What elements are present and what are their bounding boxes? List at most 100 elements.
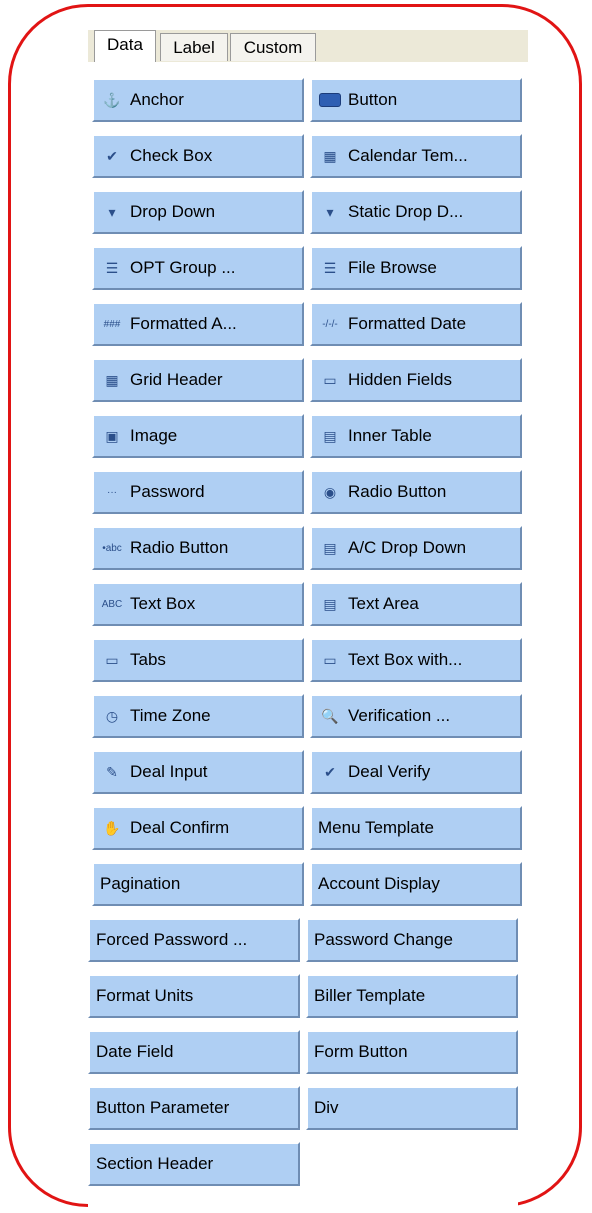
tab-data[interactable]: Data: [94, 30, 156, 63]
toolbox-item-button[interactable]: ··· Password: [92, 470, 304, 514]
toolbox-item-label: Formatted Date: [348, 314, 467, 333]
toolbox-item-label: Text Box with...: [348, 650, 463, 669]
calendar-icon: ▦: [323, 147, 337, 164]
toolbox-item-label: Menu Template: [318, 818, 434, 837]
file-browse-icon: ☰: [323, 259, 337, 276]
toolbox-item-label: Image: [130, 426, 178, 445]
toolbox-item-label: Section Header: [96, 1154, 214, 1173]
timezone-icon: ◷: [105, 707, 119, 724]
toolbox-item-button[interactable]: Date Field: [88, 1030, 300, 1074]
radio-icon: ◉: [323, 483, 337, 500]
toolbox-item-button[interactable]: ✔ Deal Verify: [310, 750, 522, 794]
toolbox-item-button[interactable]: ◉ Radio Button: [310, 470, 522, 514]
deal-input-icon: ✎: [106, 763, 118, 780]
deal-confirm-icon: ✋: [103, 819, 121, 836]
textarea-icon: ▤: [323, 595, 337, 612]
toolbox-item-button[interactable]: ▭ Text Box with...: [310, 638, 522, 682]
toolbox-item-label: Deal Input: [130, 762, 208, 781]
toolbox-item-button[interactable]: ▾ Drop Down: [92, 190, 304, 234]
toolbox-item-label: Formatted A...: [130, 314, 237, 333]
toolbox-item-label: Hidden Fields: [348, 370, 452, 389]
toolbox-item-label: File Browse: [348, 258, 437, 277]
image-icon: ▣: [105, 427, 119, 444]
toolbox-item-button[interactable]: Format Units: [88, 974, 300, 1018]
toolbox-item-button[interactable]: ▦ Grid Header: [92, 358, 304, 402]
toolbox-item-button[interactable]: ✎ Deal Input: [92, 750, 304, 794]
optgroup-icon: ☰: [105, 259, 119, 276]
toolbox-item-label: Text Area: [348, 594, 419, 613]
checkbox-icon: ✔: [106, 147, 118, 164]
toolbox-item-button[interactable]: ✋ Deal Confirm: [92, 806, 304, 850]
toolbox-item-label: Radio Button: [130, 538, 229, 557]
toolbox-item-label: Date Field: [96, 1042, 174, 1061]
toolbox-item-label: Check Box: [130, 146, 213, 165]
toolbox-item-button[interactable]: Div: [306, 1086, 518, 1130]
toolbox-item-button[interactable]: Section Header: [88, 1142, 300, 1186]
ac-dropdown-icon: ▤: [323, 539, 337, 556]
toolbox-item-button[interactable]: ### Formatted A...: [92, 302, 304, 346]
toolbox-item-label: Button Parameter: [96, 1098, 230, 1117]
toolbox-item-label: Radio Button: [348, 482, 447, 501]
toolbox-item-button[interactable]: Account Display: [310, 862, 522, 906]
toolbox-item-label: Account Display: [318, 874, 440, 893]
deal-verify-icon: ✔: [324, 763, 336, 780]
toolbox-item-button[interactable]: ▾ Static Drop D...: [310, 190, 522, 234]
tab-label[interactable]: Label: [160, 33, 228, 61]
toolbox-item-button[interactable]: ▣ Image: [92, 414, 304, 458]
formatted-date-icon: -/-/-: [322, 318, 338, 330]
textbox-with-icon: ▭: [323, 651, 337, 668]
inner-table-icon: ▤: [323, 427, 337, 444]
toolbox-item-button[interactable]: ⚓ Anchor: [92, 78, 304, 122]
static-dropdown-icon: ▾: [326, 203, 334, 220]
toolbox-item-button[interactable]: ▤ Inner Table: [310, 414, 522, 458]
toolbox-item-button[interactable]: ▦ Calendar Tem...: [310, 134, 522, 178]
toolbox-item-label: Tabs: [130, 650, 166, 669]
toolbox-item-button[interactable]: ◷ Time Zone: [92, 694, 304, 738]
toolbox-item-button[interactable]: ▭ Tabs: [92, 638, 304, 682]
formatted-amount-icon: ###: [103, 318, 121, 330]
toolbox-item-label: Password: [130, 482, 205, 501]
toolbox-item-label: Format Units: [96, 986, 194, 1005]
toolbox-item-label: A/C Drop Down: [348, 538, 467, 557]
toolbox-item-button[interactable]: ✔ Check Box: [92, 134, 304, 178]
hidden-fields-icon: ▭: [323, 371, 337, 388]
toolbox-item-button[interactable]: Biller Template: [306, 974, 518, 1018]
toolbox-item-button[interactable]: Form Button: [306, 1030, 518, 1074]
toolbox-item-label: Form Button: [314, 1042, 408, 1061]
toolbox-item-button[interactable]: ☰ OPT Group ...: [92, 246, 304, 290]
toolbox-item-button[interactable]: ABC Text Box: [92, 582, 304, 626]
toolbox-item-label: Pagination: [100, 874, 181, 893]
toolbox-item-label: Button: [348, 90, 398, 109]
toolbox-item-label: Anchor: [130, 90, 184, 109]
toolbox-item-button[interactable]: Menu Template: [310, 806, 522, 850]
toolbox-item-label: OPT Group ...: [130, 258, 236, 277]
toolbox-item-button[interactable]: Button: [310, 78, 522, 122]
toolbox-item-label: Time Zone: [130, 706, 211, 725]
toolbox-item-label: Biller Template: [314, 986, 426, 1005]
toolbox-item-button[interactable]: Button Parameter: [88, 1086, 300, 1130]
toolbox-item-button[interactable]: ▤ A/C Drop Down: [310, 526, 522, 570]
password-icon: ···: [107, 486, 117, 498]
toolbox-item-label: Calendar Tem...: [348, 146, 468, 165]
toolbox-item-button[interactable]: •abc Radio Button: [92, 526, 304, 570]
toolbox-item-label: Text Box: [130, 594, 196, 613]
toolbox-item-button[interactable]: Forced Password ...: [88, 918, 300, 962]
tab-custom[interactable]: Custom: [230, 33, 316, 61]
dropdown-icon: ▾: [108, 203, 116, 220]
toolbox-grid-lower: Forced Password ... Format Units Date Fiel…: [88, 914, 518, 1210]
toolbox-item-button[interactable]: ▤ Text Area: [310, 582, 522, 626]
textbox-icon: ABC: [101, 598, 123, 610]
button-icon: [318, 89, 342, 111]
toolbox-item-label: Deal Confirm: [130, 818, 230, 837]
toolbox-item-button[interactable]: -/-/- Formatted Date: [310, 302, 522, 346]
toolbox-item-button[interactable]: ▭ Hidden Fields: [310, 358, 522, 402]
toolbox-item-button[interactable]: Password Change: [306, 918, 518, 962]
tab-bar: Data Label Custom: [88, 30, 528, 63]
toolbox-item-button[interactable]: 🔍 Verification ...: [310, 694, 522, 738]
toolbox-item-button[interactable]: Pagination: [92, 862, 304, 906]
toolbox-item-label: Deal Verify: [348, 762, 431, 781]
toolbox-item-label: Forced Password ...: [96, 930, 248, 949]
toolbox-item-button[interactable]: ☰ File Browse: [310, 246, 522, 290]
anchor-icon: ⚓: [103, 91, 121, 108]
grid-header-icon: ▦: [105, 371, 119, 388]
